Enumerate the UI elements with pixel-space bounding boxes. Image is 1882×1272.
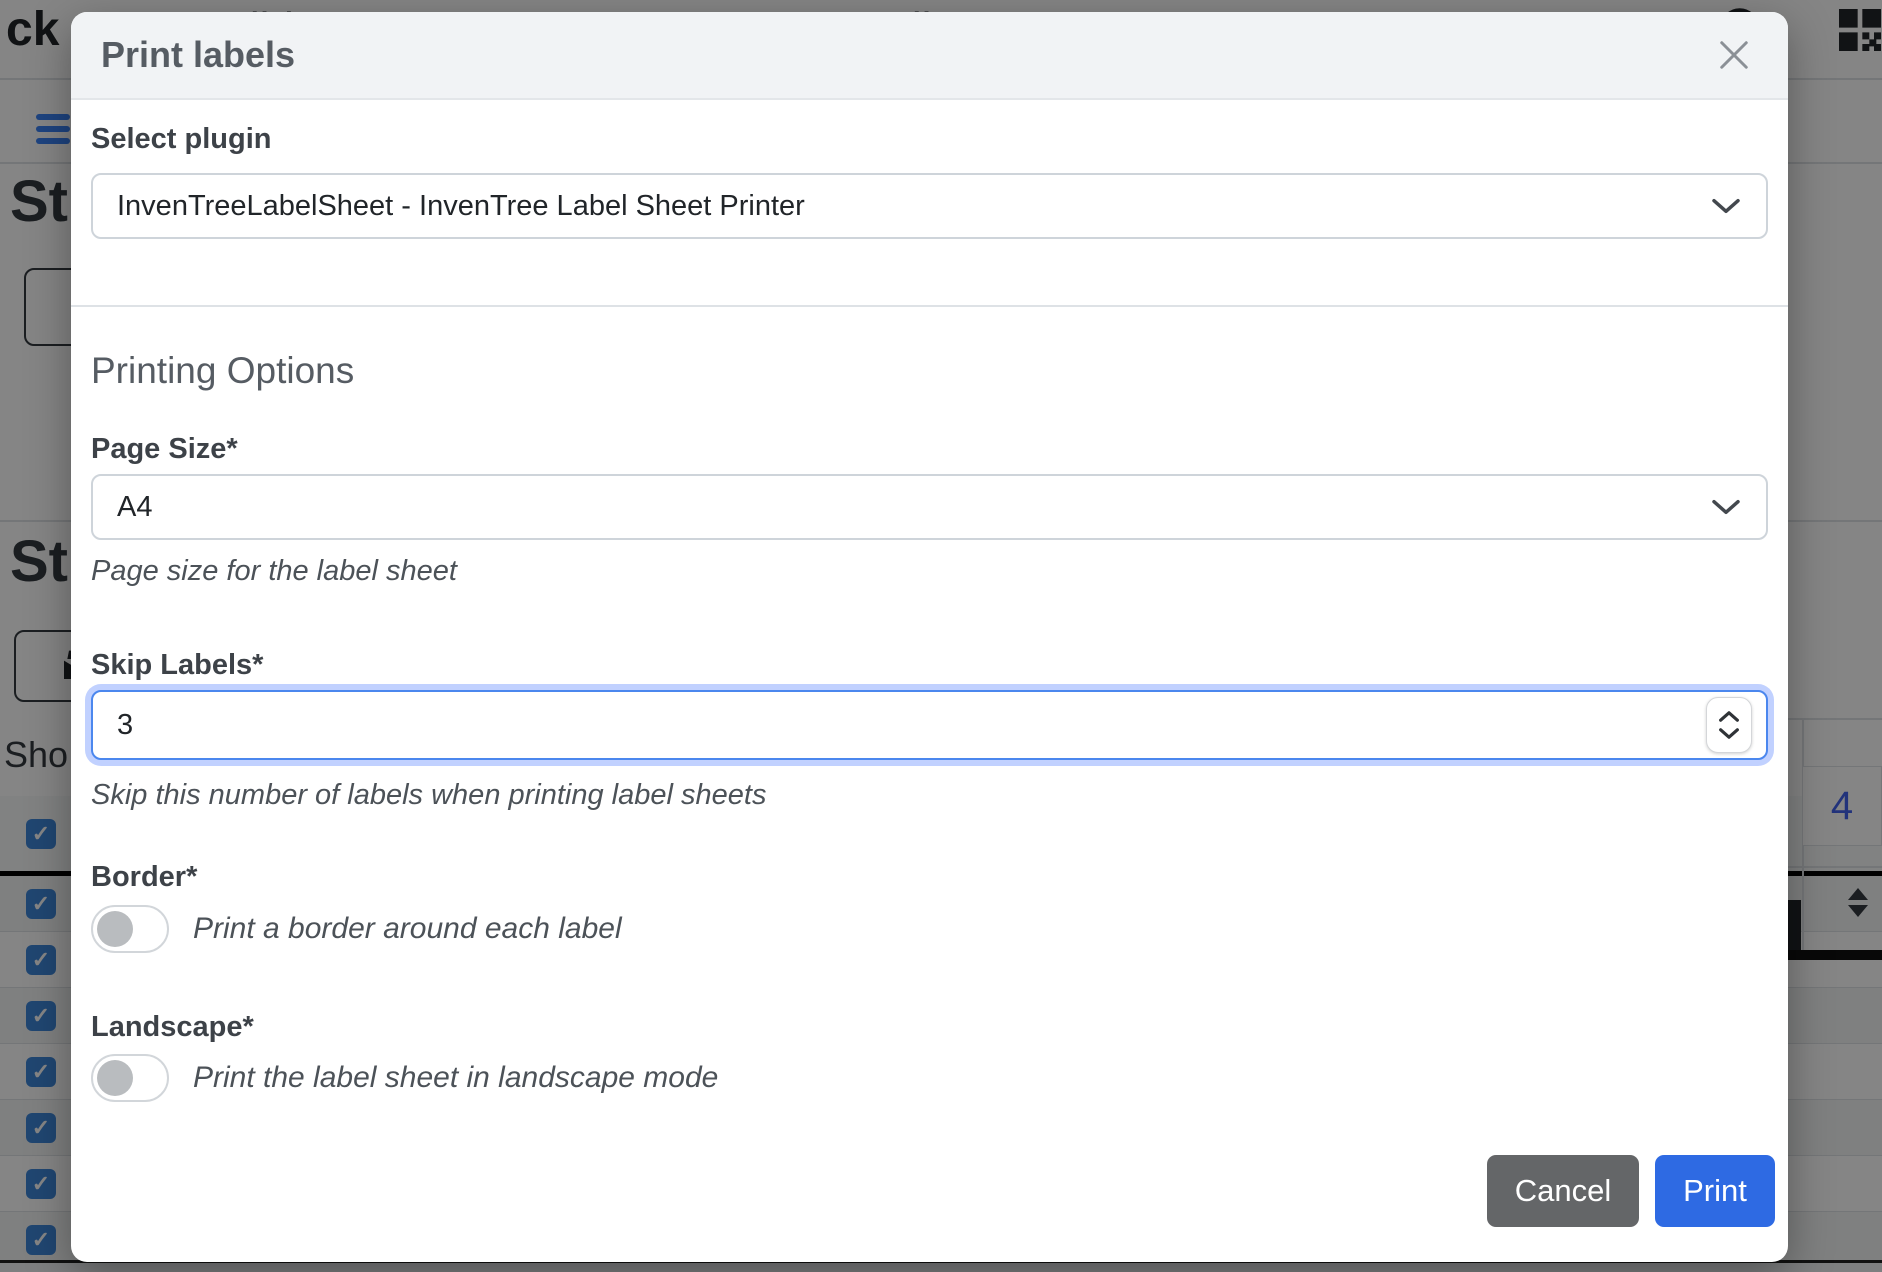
screen: ck Build Buy: [0, 0, 1882, 1272]
border-toggle[interactable]: [91, 905, 169, 953]
printing-options-heading: Printing Options: [91, 350, 1768, 392]
skip-labels-field-label: Skip Labels*: [91, 648, 1768, 682]
print-labels-dialog: Print labels Select plugin InvenTreeLabe…: [71, 12, 1788, 1262]
chevron-down-icon: [1717, 727, 1741, 740]
close-icon[interactable]: [1710, 31, 1758, 79]
border-help-text: Print a border around each label: [193, 912, 622, 946]
toggle-knob: [97, 1060, 133, 1096]
plugin-select-value: InvenTreeLabelSheet - InvenTree Label Sh…: [117, 190, 805, 223]
plugin-field-label: Select plugin: [91, 122, 1768, 156]
dialog-body: Select plugin InvenTreeLabelSheet - Inve…: [71, 100, 1788, 1132]
chevron-down-icon: [1710, 497, 1742, 517]
toggle-knob: [97, 911, 133, 947]
page-size-select-value: A4: [117, 491, 152, 524]
border-field-label: Border*: [91, 860, 1768, 894]
section-divider: [71, 305, 1788, 307]
skip-labels-help-text: Skip this number of labels when printing…: [91, 778, 1768, 812]
landscape-help-text: Print the label sheet in landscape mode: [193, 1061, 718, 1095]
chevron-down-icon: [1710, 196, 1742, 216]
page-size-field-label: Page Size*: [91, 432, 1768, 466]
print-button[interactable]: Print: [1655, 1155, 1775, 1227]
number-stepper[interactable]: [1706, 697, 1752, 753]
dialog-footer: Cancel Print: [71, 1132, 1788, 1262]
cancel-button[interactable]: Cancel: [1487, 1155, 1639, 1227]
dialog-header: Print labels: [71, 12, 1788, 100]
plugin-select[interactable]: InvenTreeLabelSheet - InvenTree Label Sh…: [91, 173, 1768, 239]
page-size-help-text: Page size for the label sheet: [91, 554, 1768, 588]
landscape-field-label: Landscape*: [91, 1010, 1768, 1044]
page-size-select[interactable]: A4: [91, 474, 1768, 540]
chevron-up-icon: [1717, 710, 1741, 723]
skip-labels-input[interactable]: [91, 690, 1768, 760]
landscape-toggle[interactable]: [91, 1054, 169, 1102]
dialog-title: Print labels: [101, 34, 295, 76]
